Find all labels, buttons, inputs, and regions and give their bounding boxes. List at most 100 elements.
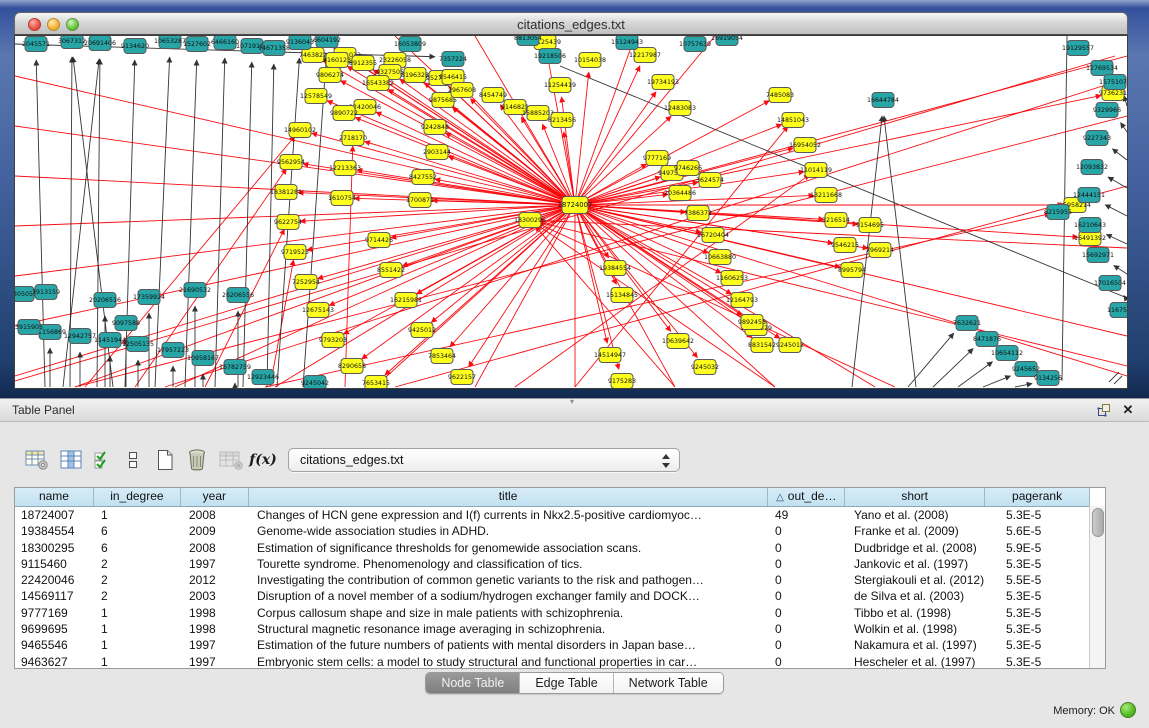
graph-node[interactable]: 18381281 bbox=[270, 185, 302, 200]
column-header-name[interactable]: name bbox=[15, 488, 94, 506]
table-row[interactable]: 911546021997Tourette syndrome. Phenomeno… bbox=[15, 556, 1105, 572]
graph-node[interactable]: 7386372 bbox=[684, 206, 712, 221]
graph-node[interactable]: 12213363 bbox=[329, 161, 361, 176]
graph-node[interactable]: 8471876 bbox=[973, 332, 1001, 347]
graph-node[interactable]: 13211668 bbox=[810, 188, 842, 203]
graph-node[interactable]: 10958167 bbox=[187, 351, 219, 366]
graph-node[interactable]: 10154038 bbox=[574, 53, 606, 68]
graph-node[interactable]: 3915905 bbox=[15, 320, 43, 335]
graph-node[interactable]: 12483083 bbox=[664, 101, 696, 116]
graph-node[interactable]: 26206556 bbox=[222, 288, 254, 303]
graph-node[interactable]: 8813054 bbox=[514, 36, 542, 46]
graph-node[interactable]: 16919054 bbox=[711, 36, 743, 46]
graph-node[interactable]: 15692971 bbox=[1082, 248, 1114, 263]
graph-node[interactable]: 12164793 bbox=[726, 293, 758, 308]
graph-node[interactable]: 16954052 bbox=[789, 138, 821, 153]
graph-node[interactable]: 3624574 bbox=[696, 173, 724, 188]
graph-node[interactable]: 17359924 bbox=[133, 290, 165, 305]
column-header-short[interactable]: short bbox=[845, 488, 985, 506]
column-header-out_de[interactable]: △out_de… bbox=[768, 488, 845, 506]
table-row[interactable]: 1456911722003Disruption of a novel membe… bbox=[15, 588, 1105, 604]
node-table[interactable]: namein_degreeyeartitle△out_de…shortpager… bbox=[14, 487, 1106, 669]
table-row[interactable]: 946362711997Embryonic stem cells: a mode… bbox=[15, 654, 1105, 669]
graph-node[interactable]: 9890722 bbox=[330, 106, 358, 121]
graph-node[interactable]: 9546215 bbox=[831, 238, 859, 253]
graph-node[interactable]: 8551422 bbox=[377, 263, 405, 278]
graph-node[interactable]: 17957223 bbox=[157, 343, 189, 358]
graph-node[interactable]: 12942757 bbox=[64, 329, 96, 344]
row-height-icon[interactable] bbox=[120, 447, 146, 473]
graph-node[interactable]: 12578549 bbox=[300, 89, 332, 104]
graph-node[interactable]: 19218506 bbox=[534, 49, 566, 64]
graph-node[interactable]: 10653287 bbox=[154, 36, 186, 49]
graph-node[interactable]: 8995794 bbox=[838, 263, 866, 278]
graph-node[interactable]: 3913159 bbox=[32, 285, 60, 300]
graph-node[interactable]: 11014119 bbox=[800, 163, 832, 178]
graph-node[interactable]: 8215955 bbox=[1044, 205, 1072, 220]
graph-node[interactable]: 7632621 bbox=[953, 316, 981, 331]
tab-node-table[interactable]: Node Table bbox=[426, 673, 520, 693]
graph-node[interactable]: 9134620 bbox=[121, 39, 149, 54]
column-header-year[interactable]: year bbox=[181, 488, 249, 506]
graph-node[interactable]: 2903144 bbox=[423, 145, 451, 160]
graph-node[interactable]: 16720404 bbox=[697, 228, 729, 243]
graph-node[interactable]: 11254419 bbox=[544, 78, 576, 93]
graph-node[interactable]: 1167533 bbox=[1107, 303, 1127, 318]
graph-node[interactable]: 14960102 bbox=[284, 123, 316, 138]
graph-node[interactable]: 20691406 bbox=[84, 36, 116, 51]
graph-node[interactable]: 12675143 bbox=[302, 303, 334, 318]
graph-node[interactable]: 8427552 bbox=[409, 170, 437, 185]
graph-node[interactable]: 9777169 bbox=[643, 151, 671, 166]
graph-node[interactable]: 3067312 bbox=[58, 36, 86, 49]
vertical-scrollbar[interactable] bbox=[1089, 506, 1105, 668]
graph-node[interactable]: 16543382 bbox=[362, 76, 394, 91]
table-row[interactable]: 1938455462009Genome-wide association stu… bbox=[15, 523, 1105, 539]
graph-node[interactable]: 16053809 bbox=[394, 37, 426, 52]
table-selector-dropdown[interactable]: citations_edges.txt bbox=[288, 448, 680, 472]
table-row[interactable]: 2242004622012Investigating the contribut… bbox=[15, 572, 1105, 588]
graph-node[interactable]: 21690532 bbox=[179, 283, 211, 298]
graph-node[interactable]: 19734193 bbox=[647, 75, 679, 90]
graph-node[interactable]: 16644784 bbox=[867, 93, 899, 108]
graph-node[interactable]: 9746266 bbox=[674, 161, 702, 176]
function-builder-icon[interactable]: f(x) bbox=[250, 447, 276, 473]
table-row[interactable]: 969969511998Structural magnetic resonanc… bbox=[15, 621, 1105, 637]
graph-node[interactable]: 17016504 bbox=[1094, 276, 1126, 291]
graph-node[interactable]: 12769534 bbox=[1086, 61, 1118, 76]
new-table-icon[interactable] bbox=[152, 447, 178, 473]
graph-node[interactable]: 7653415 bbox=[362, 376, 390, 389]
graph-node[interactable]: 2045571 bbox=[22, 37, 50, 52]
graph-node[interactable]: 12923446 bbox=[247, 370, 279, 385]
tab-edge-table[interactable]: Edge Table bbox=[520, 673, 613, 693]
graph-node[interactable]: 14514947 bbox=[594, 348, 626, 363]
graph-node[interactable]: 15124943 bbox=[611, 36, 643, 50]
graph-node[interactable]: 20364486 bbox=[664, 186, 696, 201]
scrollbar-thumb[interactable] bbox=[1092, 508, 1104, 537]
graph-node[interactable]: 9134256 bbox=[1034, 371, 1062, 386]
table-row[interactable]: 1830029562008Estimation of significance … bbox=[15, 540, 1105, 556]
show-columns-icon[interactable] bbox=[58, 447, 84, 473]
table-row[interactable]: 977716911998Corpus callosum shape and si… bbox=[15, 605, 1105, 621]
graph-node[interactable]: 8196328 bbox=[401, 68, 429, 83]
graph-node[interactable]: 10654112 bbox=[991, 346, 1023, 361]
graph-node[interactable]: 1700871 bbox=[406, 193, 434, 208]
graph-node[interactable]: 9160123 bbox=[323, 53, 351, 68]
table-row[interactable]: 946554611997Estimation of the future num… bbox=[15, 637, 1105, 653]
graph-node[interactable]: 9245032 bbox=[691, 360, 719, 375]
graph-node[interactable]: 9175283 bbox=[608, 374, 636, 389]
graph-node[interactable]: 1527602 bbox=[183, 37, 211, 52]
graph-node[interactable]: 8213456 bbox=[548, 113, 576, 128]
graph-node[interactable]: 9245012 bbox=[776, 338, 804, 353]
graph-node[interactable]: 18724007 bbox=[558, 197, 593, 214]
graph-node[interactable]: 9714426 bbox=[365, 233, 393, 248]
graph-node[interactable]: 12093832 bbox=[1076, 160, 1108, 175]
graph-node[interactable]: 9245042 bbox=[301, 376, 329, 389]
graph-node[interactable]: 8912355 bbox=[349, 56, 377, 71]
graph-node[interactable]: 7485083 bbox=[766, 88, 794, 103]
graph-node[interactable]: 10757639 bbox=[679, 37, 711, 52]
graph-node[interactable]: 8454749 bbox=[479, 88, 507, 103]
graph-node[interactable]: 12444151 bbox=[1073, 188, 1105, 203]
graph-node[interactable]: 10639642 bbox=[662, 334, 694, 349]
window-titlebar[interactable]: citations_edges.txt bbox=[14, 12, 1128, 35]
float-panel-icon[interactable] bbox=[1097, 403, 1112, 417]
